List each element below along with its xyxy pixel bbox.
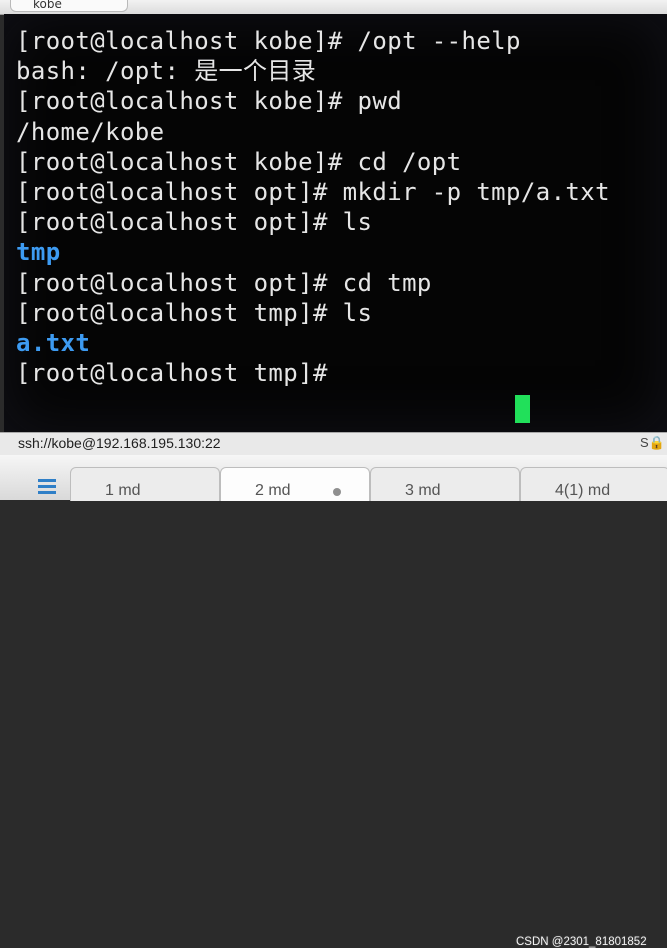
terminal-output: [root@localhost kobe]# /opt --help bash:… xyxy=(16,26,610,388)
terminal-line: [root@localhost kobe]# pwd xyxy=(16,87,403,116)
terminal-line: [root@localhost tmp]# ls xyxy=(16,298,373,327)
directory-listing: a.txt xyxy=(16,328,91,357)
terminal-line: [root@localhost opt]# ls xyxy=(16,208,373,237)
terminal-line: [root@localhost opt]# mkdir -p tmp/a.txt xyxy=(16,177,610,206)
session-tab-label: 2 md xyxy=(255,482,291,499)
directory-listing: tmp xyxy=(16,238,61,267)
session-tab-label: 3 md xyxy=(405,482,441,499)
connection-address: ssh://kobe@192.168.195.130:22 xyxy=(18,435,221,451)
watermark: CSDN @2301_81801852 xyxy=(516,936,647,948)
terminal-line: [root@localhost opt]# cd tmp xyxy=(16,268,432,297)
status-bar: ssh://kobe@192.168.195.130:22 S🔒 xyxy=(0,432,667,456)
terminal-line: bash: /opt: 是一个目录 xyxy=(16,57,317,86)
terminal-line: [root@localhost kobe]# cd /opt xyxy=(16,147,462,176)
session-tab-label: 4(1) md xyxy=(555,482,611,499)
session-tab[interactable]: 1 md xyxy=(70,467,220,501)
session-tab-active[interactable]: 2 md xyxy=(220,467,370,501)
terminal-cursor xyxy=(515,395,530,423)
window-tab-label: kobe xyxy=(33,0,62,11)
session-tab-label: 1 md xyxy=(105,482,141,499)
tab-close-icon[interactable] xyxy=(333,488,341,496)
window-top-strip: kobe xyxy=(0,0,667,15)
terminal-prompt-line: [root@localhost tmp]# xyxy=(16,359,328,388)
session-tab-bar: 1 md 2 md 3 md 4(1) md CSDN @2301_818018… xyxy=(0,455,667,948)
session-tab[interactable]: 4(1) md xyxy=(520,467,667,501)
terminal-line: /home/kobe xyxy=(16,117,165,146)
terminal-line: [root@localhost kobe]# /opt --help xyxy=(16,27,521,55)
terminal-area[interactable]: [root@localhost kobe]# /opt --help bash:… xyxy=(4,14,667,432)
lock-icon: S🔒 xyxy=(640,435,665,450)
window-tab[interactable]: kobe xyxy=(10,0,128,12)
session-tab[interactable]: 3 md xyxy=(370,467,520,501)
menu-icon[interactable] xyxy=(38,479,56,500)
